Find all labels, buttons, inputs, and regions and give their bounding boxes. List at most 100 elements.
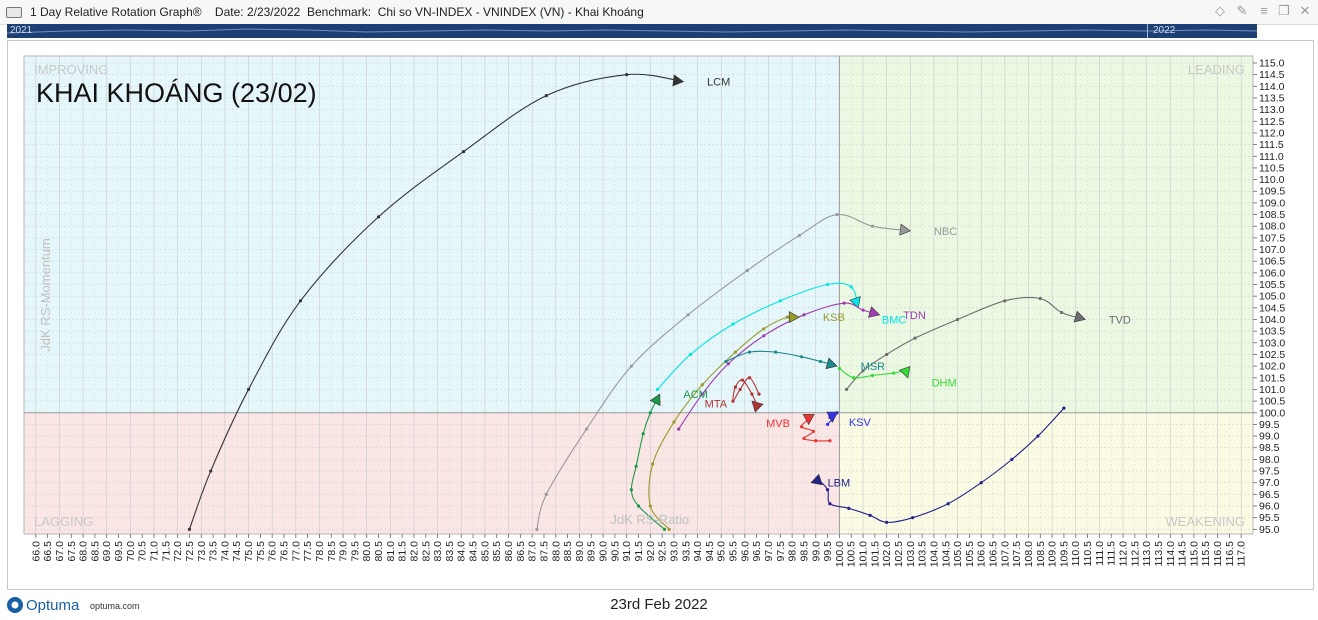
y-tick-label: 101.5 xyxy=(1259,372,1285,384)
x-tick-label: 82.5 xyxy=(420,541,432,562)
x-tick-label: 114.0 xyxy=(1165,541,1177,567)
x-tick-label: 80.5 xyxy=(373,541,385,562)
x-tick-label: 74.0 xyxy=(219,541,231,562)
series-label-mta: MTA xyxy=(705,398,728,410)
rrg-chart: 95.0 95.5 96.0 96.5 97.0 97.5 98.0 98.5 99.0 99.5… xyxy=(7,40,1314,590)
quadrant-lagging xyxy=(24,412,840,534)
x-tick-label: 107.0 xyxy=(999,541,1011,567)
x-tick-label: 80.0 xyxy=(361,541,373,562)
x-tick-label: 75.5 xyxy=(255,541,267,562)
x-tick-label: 69.0 xyxy=(101,541,113,562)
x-tick-label: 113.0 xyxy=(1141,541,1153,567)
x-tick-label: 106.5 xyxy=(988,541,1000,567)
x-tick-label: 103.5 xyxy=(917,541,929,567)
series-point-bmc xyxy=(778,299,782,303)
x-tick-label: 67.5 xyxy=(66,541,78,562)
series-point-bmc xyxy=(731,322,735,326)
series-label-msr: MSR xyxy=(861,361,886,373)
diamond-icon[interactable]: ◇ xyxy=(1212,3,1228,19)
x-tick-label: 90.0 xyxy=(598,541,610,562)
x-tick-label: 87.0 xyxy=(527,541,539,562)
series-point-lbm xyxy=(911,516,915,520)
series-point-ksb xyxy=(700,383,704,387)
series-label-lcm: LCM xyxy=(707,77,730,89)
x-tick-label: 115.5 xyxy=(1200,541,1212,567)
x-tick-label: 98.0 xyxy=(787,541,799,562)
series-point-tdn xyxy=(861,308,865,312)
x-tick-label: 94.5 xyxy=(704,541,716,562)
x-tick-label: 82.0 xyxy=(408,541,420,562)
x-tick-label: 92.5 xyxy=(657,541,669,562)
x-tick-label: 111.5 xyxy=(1106,541,1118,566)
x-tick-label: 88.5 xyxy=(562,541,574,562)
x-tick-label: 72.0 xyxy=(172,541,184,562)
y-tick-label: 96.0 xyxy=(1259,501,1280,513)
series-point-lbm xyxy=(1062,406,1066,410)
x-tick-label: 95.5 xyxy=(728,541,740,562)
x-tick-label: 85.5 xyxy=(491,541,503,562)
x-tick-label: 73.5 xyxy=(208,541,220,562)
series-point-mvb xyxy=(802,436,806,440)
restore-icon[interactable]: ❐ xyxy=(1276,3,1292,19)
close-icon[interactable]: ✕ xyxy=(1297,3,1313,19)
y-tick-label: 102.5 xyxy=(1259,349,1285,361)
quadrant-label-lagging: LAGGING xyxy=(34,514,93,529)
x-axis-title: JdK RS-Ratio xyxy=(610,512,689,527)
rrg-svg: 95.095.596.096.597.097.598.098.599.099.5… xyxy=(23,55,1285,567)
x-tick-label: 104.0 xyxy=(928,541,940,567)
x-tick-label: 116.5 xyxy=(1224,541,1236,567)
series-point-lbm xyxy=(885,520,889,524)
y-tick-label: 111.5 xyxy=(1259,139,1284,151)
series-point-tdn xyxy=(677,427,681,431)
x-tick-label: 79.0 xyxy=(338,541,350,562)
series-point-acm xyxy=(629,488,634,492)
series-label-lbm: LBM xyxy=(828,478,851,490)
x-tick-label: 78.5 xyxy=(326,541,338,562)
series-point-nbc xyxy=(835,212,839,217)
series-point-tdn xyxy=(762,334,766,338)
series-point-nbc xyxy=(584,427,589,431)
series-point-lcm xyxy=(209,469,213,473)
x-tick-label: 66.0 xyxy=(30,541,42,562)
x-tick-label: 84.5 xyxy=(468,541,480,562)
y-tick-label: 102.0 xyxy=(1259,361,1285,373)
x-tick-label: 76.5 xyxy=(278,541,290,562)
window-title: 1 Day Relative Rotation Graph® Date: 2/2… xyxy=(30,5,644,19)
series-point-lbm xyxy=(979,481,983,485)
series-point-msr xyxy=(773,350,778,354)
series-label-tvd: TVD xyxy=(1109,314,1131,326)
x-tick-label: 68.5 xyxy=(89,541,101,562)
series-point-mvb xyxy=(811,429,815,434)
quadrant-label-improving: IMPROVING xyxy=(34,62,108,77)
series-point-nbc xyxy=(535,527,539,531)
x-tick-label: 86.0 xyxy=(503,541,515,562)
series-point-mta xyxy=(750,392,754,396)
series-point-tvd xyxy=(1038,296,1042,301)
x-tick-label: 67.0 xyxy=(54,541,66,562)
x-tick-label: 106.0 xyxy=(976,541,988,567)
series-point-bmc xyxy=(849,285,853,289)
y-tick-label: 107.0 xyxy=(1259,244,1285,256)
x-tick-label: 113.5 xyxy=(1153,541,1165,567)
list-icon[interactable]: ≡ xyxy=(1256,3,1272,19)
series-point-tvd xyxy=(1059,310,1064,315)
y-tick-label: 101.0 xyxy=(1259,384,1285,396)
x-tick-label: 107.5 xyxy=(1011,541,1023,567)
x-tick-label: 97.0 xyxy=(763,541,775,562)
series-point-acm xyxy=(634,464,638,468)
pin-icon[interactable]: ✎ xyxy=(1234,3,1250,19)
y-tick-label: 109.5 xyxy=(1259,186,1285,198)
quadrant-label-leading: LEADING xyxy=(1188,62,1245,77)
timeline-strip[interactable]: 2021 2022 xyxy=(7,24,1257,38)
x-tick-label: 108.0 xyxy=(1023,541,1035,567)
x-tick-label: 81.0 xyxy=(385,541,397,562)
series-point-mvb xyxy=(799,425,804,429)
series-point-tdn xyxy=(802,313,806,317)
x-tick-label: 93.0 xyxy=(668,541,680,562)
x-tick-label: 89.0 xyxy=(574,541,586,562)
series-label-dhm: DHM xyxy=(932,377,957,389)
series-point-lbm xyxy=(828,502,832,506)
y-tick-label: 105.0 xyxy=(1259,291,1285,303)
y-tick-label: 104.0 xyxy=(1259,314,1285,326)
timeline-selection[interactable] xyxy=(1147,24,1258,38)
